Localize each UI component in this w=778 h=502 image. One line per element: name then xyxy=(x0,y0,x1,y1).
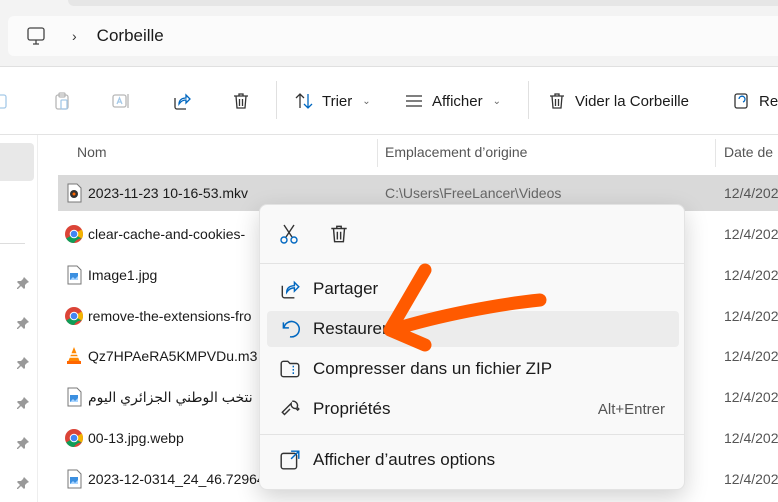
menu-item-more-options[interactable]: Afficher d’autres options xyxy=(267,442,679,478)
pc-icon xyxy=(27,27,45,45)
context-menu: Partager Restaurer Compresser dans un fi… xyxy=(259,204,685,490)
pin-icon[interactable] xyxy=(16,476,30,490)
menu-label: Compresser dans un fichier ZIP xyxy=(313,359,553,378)
menu-item-properties[interactable]: Propriétés Alt+Entrer xyxy=(267,391,679,427)
view-button[interactable]: Afficher ⌄ xyxy=(404,67,501,135)
restore-icon xyxy=(734,93,748,109)
open-external-icon xyxy=(280,450,300,470)
image-icon xyxy=(64,265,84,285)
menu-label: Partager xyxy=(313,279,379,298)
share-button[interactable] xyxy=(172,67,192,135)
image-icon xyxy=(64,387,84,407)
video-icon xyxy=(64,183,84,203)
paste-icon xyxy=(55,92,69,110)
copy-icon xyxy=(0,94,7,109)
column-date[interactable]: Date de xyxy=(724,144,773,160)
divider xyxy=(260,434,684,435)
file-name: 00-13.jpg.webp xyxy=(88,430,184,446)
shortcut-label: Alt+Entrer xyxy=(597,400,665,418)
column-headers: Nom Emplacement d’origine Date de xyxy=(58,135,778,171)
file-name: clear-cache-and-cookies- xyxy=(88,226,246,242)
share-icon xyxy=(174,93,191,110)
file-name: 2023-11-23 10-16-53.mkv xyxy=(88,185,249,201)
pin-icon[interactable] xyxy=(16,436,30,450)
sort-label: Trier xyxy=(322,92,353,110)
file-date: 12/4/202 xyxy=(724,267,778,283)
chevron-down-icon: ⌄ xyxy=(362,95,371,107)
file-name: نتخب الوطني الجزائري اليوم xyxy=(88,389,253,405)
menu-item-share[interactable]: Partager xyxy=(267,271,679,307)
breadcrumb-location[interactable]: Corbeille xyxy=(97,26,164,46)
sort-icon xyxy=(295,93,313,109)
file-name: remove-the-extensions-fro xyxy=(88,308,252,324)
file-date: 12/4/202 xyxy=(724,471,778,487)
file-date: 12/4/202 xyxy=(724,308,778,324)
pin-icon[interactable] xyxy=(16,356,30,370)
address-bar[interactable]: › Corbeille xyxy=(8,16,778,56)
sort-button[interactable]: Trier ⌄ xyxy=(294,67,371,135)
pin-icon[interactable] xyxy=(16,316,30,330)
chrome-icon xyxy=(64,224,84,244)
menu-label: Restaurer xyxy=(313,319,388,338)
menu-label: Propriétés xyxy=(313,399,391,418)
cut-icon[interactable] xyxy=(278,223,300,245)
pin-icon[interactable] xyxy=(16,396,30,410)
nav-item-selected[interactable] xyxy=(0,143,34,181)
menu-item-compress[interactable]: Compresser dans un fichier ZIP xyxy=(267,351,679,387)
file-date: 12/4/202 xyxy=(724,185,778,201)
menu-label: Afficher d’autres options xyxy=(313,450,496,469)
command-bar: Trier ⌄ Afficher ⌄ Vider la Corbeille Re xyxy=(0,67,778,135)
divider xyxy=(0,243,25,244)
tab-strip xyxy=(68,0,778,6)
chevron-down-icon: ⌄ xyxy=(492,95,501,107)
column-divider[interactable] xyxy=(715,139,716,167)
divider xyxy=(528,81,529,119)
menu-item-restore[interactable]: Restaurer xyxy=(267,311,679,347)
share-icon xyxy=(281,280,300,299)
rename-icon xyxy=(112,94,129,108)
column-origin[interactable]: Emplacement d’origine xyxy=(385,144,527,160)
view-icon xyxy=(406,95,422,107)
paste-button[interactable] xyxy=(52,67,72,135)
rename-button[interactable] xyxy=(111,67,131,135)
restore-all-label: Re xyxy=(759,92,778,110)
trash-icon xyxy=(550,93,564,109)
delete-button[interactable] xyxy=(231,67,251,135)
file-date: 12/4/202 xyxy=(724,430,778,446)
trash-icon[interactable] xyxy=(328,223,350,245)
vlc-icon xyxy=(64,346,84,366)
column-name[interactable]: Nom xyxy=(77,144,107,160)
column-divider[interactable] xyxy=(377,139,378,167)
file-date: 12/4/202 xyxy=(724,348,778,364)
file-origin: C:\Users\FreeLancer\Videos xyxy=(385,185,562,201)
empty-label: Vider la Corbeille xyxy=(575,92,689,110)
image-icon xyxy=(64,469,84,489)
zip-folder-icon xyxy=(280,360,300,378)
restore-all-button[interactable]: Re xyxy=(731,67,778,135)
chrome-icon xyxy=(64,306,84,326)
divider xyxy=(276,81,277,119)
file-date: 12/4/202 xyxy=(724,226,778,242)
empty-recycle-bin-button[interactable]: Vider la Corbeille xyxy=(547,67,689,135)
undo-icon xyxy=(282,320,301,338)
pin-icon[interactable] xyxy=(16,276,30,290)
wrench-icon xyxy=(281,400,300,416)
chevron-right-icon[interactable]: › xyxy=(72,28,77,44)
chrome-icon xyxy=(64,428,84,448)
divider xyxy=(260,263,684,264)
file-name: Qz7HPAeRA5KMPVDu.m3 xyxy=(88,348,258,364)
view-label: Afficher xyxy=(432,92,483,110)
trash-icon xyxy=(234,93,248,109)
copy-button[interactable] xyxy=(0,67,12,135)
file-name: Image1.jpg xyxy=(88,267,158,283)
file-date: 12/4/202 xyxy=(724,389,778,405)
title-area: › Corbeille xyxy=(0,0,778,67)
